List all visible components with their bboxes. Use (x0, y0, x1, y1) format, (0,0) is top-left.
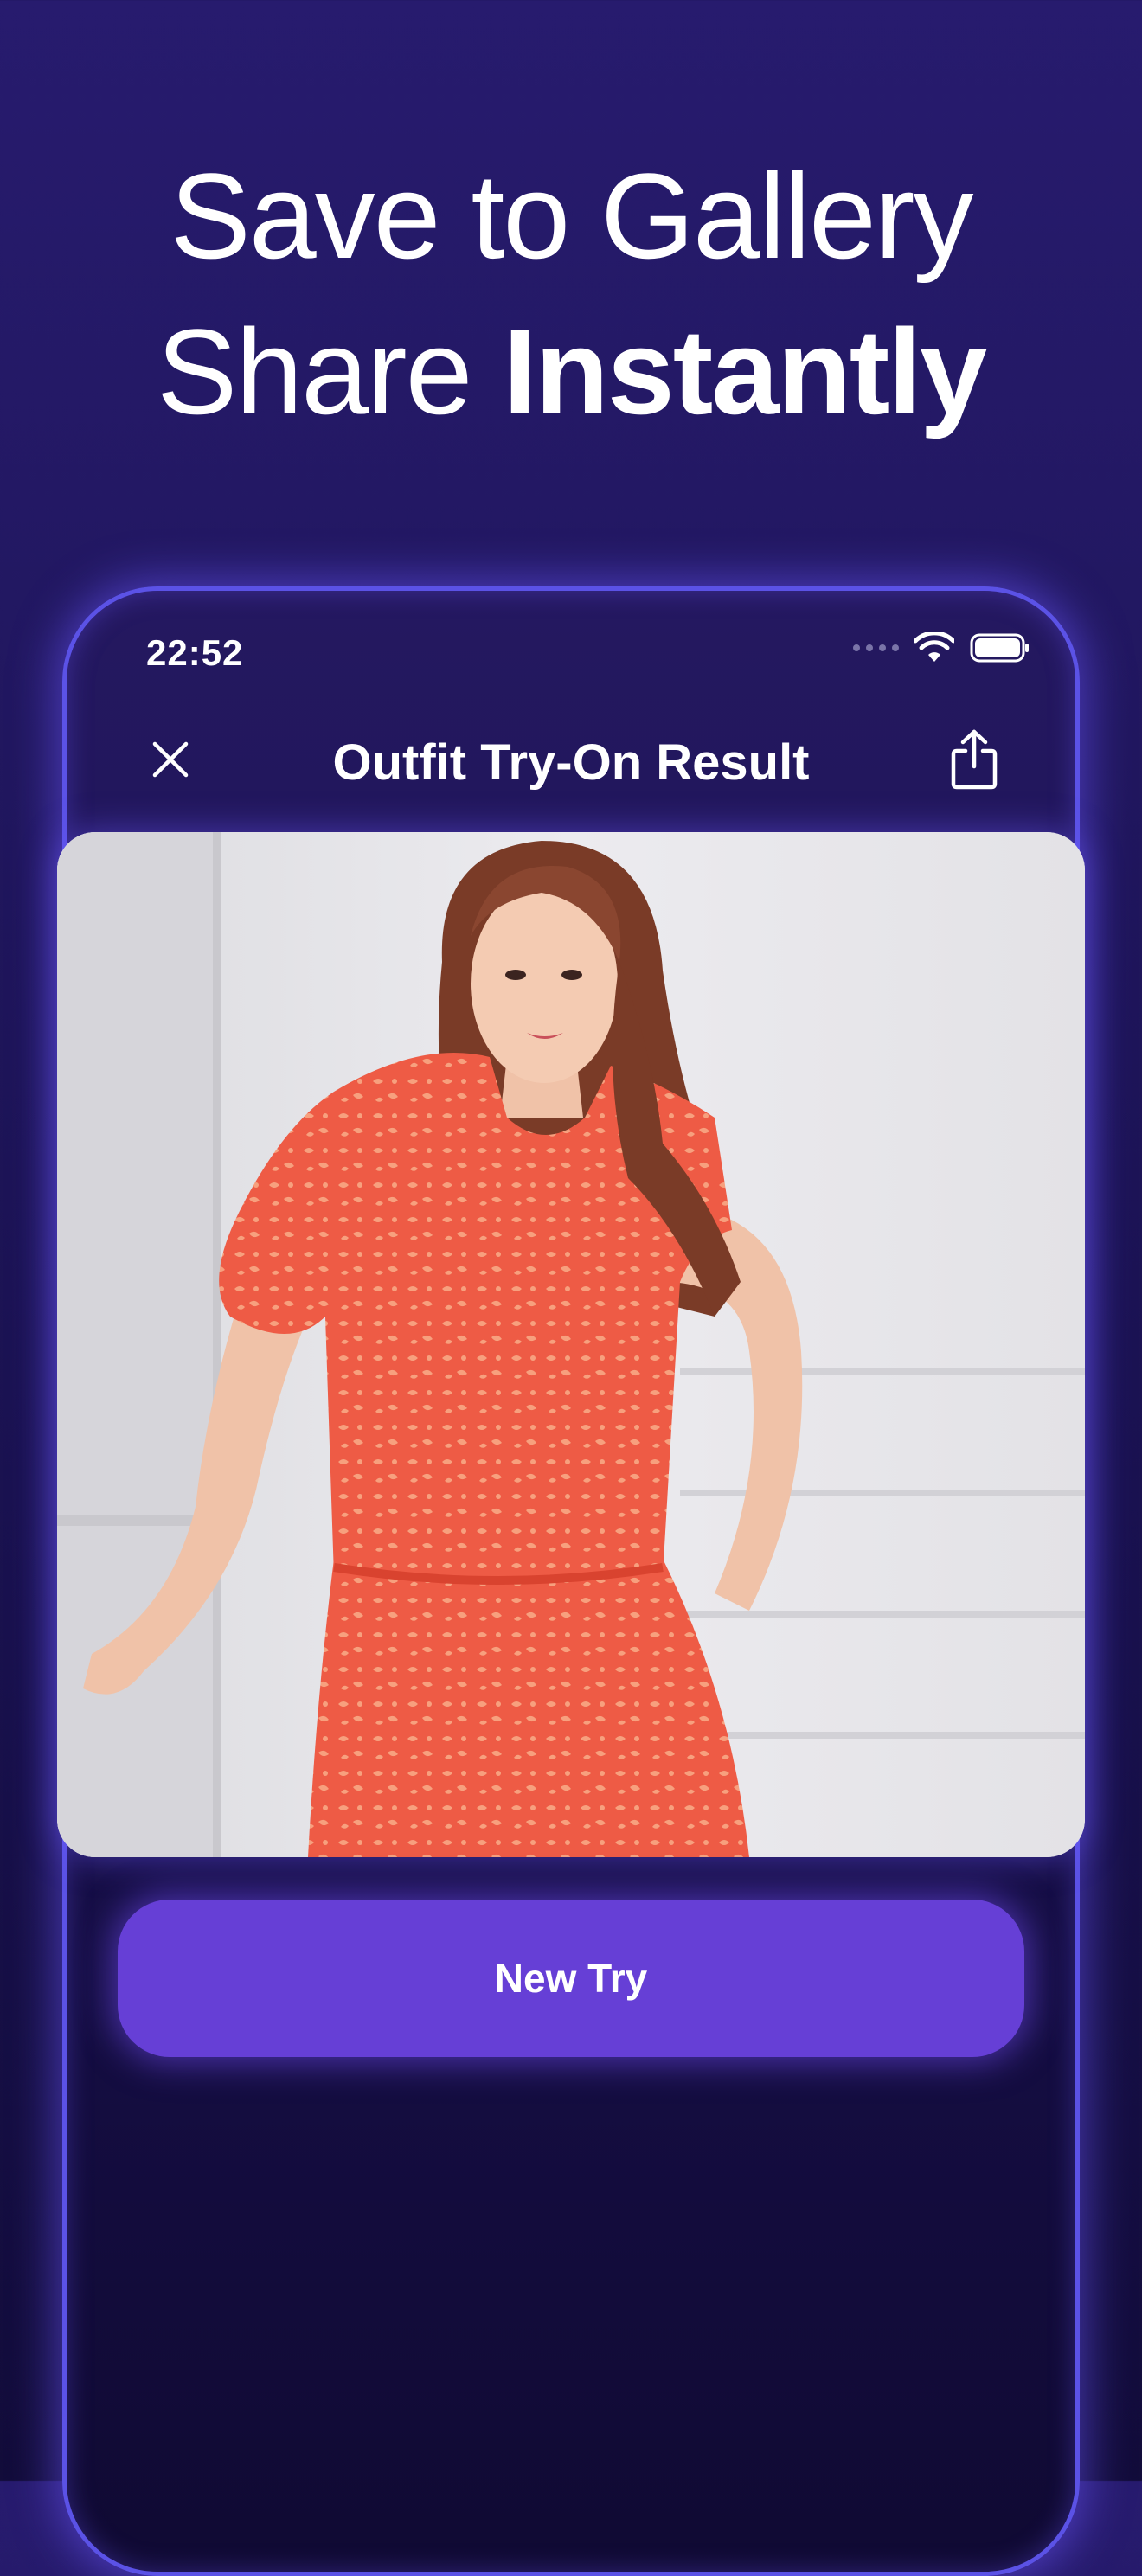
headline-share: Share (156, 304, 473, 439)
nav-bar: Outfit Try-On Result (67, 708, 1075, 803)
new-try-button[interactable]: New Try (118, 1900, 1024, 2057)
headline-line-1: Save to Gallery (170, 148, 973, 284)
headline-instantly: Instantly (503, 304, 987, 439)
battery-icon (970, 633, 1029, 663)
wifi-icon (914, 632, 954, 662)
result-image (57, 832, 1085, 1857)
share-button[interactable] (944, 725, 1004, 794)
headline: Save to Gallery Share Instantly (0, 138, 1142, 450)
share-icon (951, 729, 998, 790)
signal-dots-icon (853, 644, 899, 651)
status-icons (853, 632, 1030, 663)
page-title: Outfit Try-On Result (332, 734, 810, 791)
status-time: 22:52 (146, 632, 244, 673)
result-photo-illustration (57, 832, 1085, 1857)
headline-line-2: Share Instantly (0, 294, 1142, 450)
